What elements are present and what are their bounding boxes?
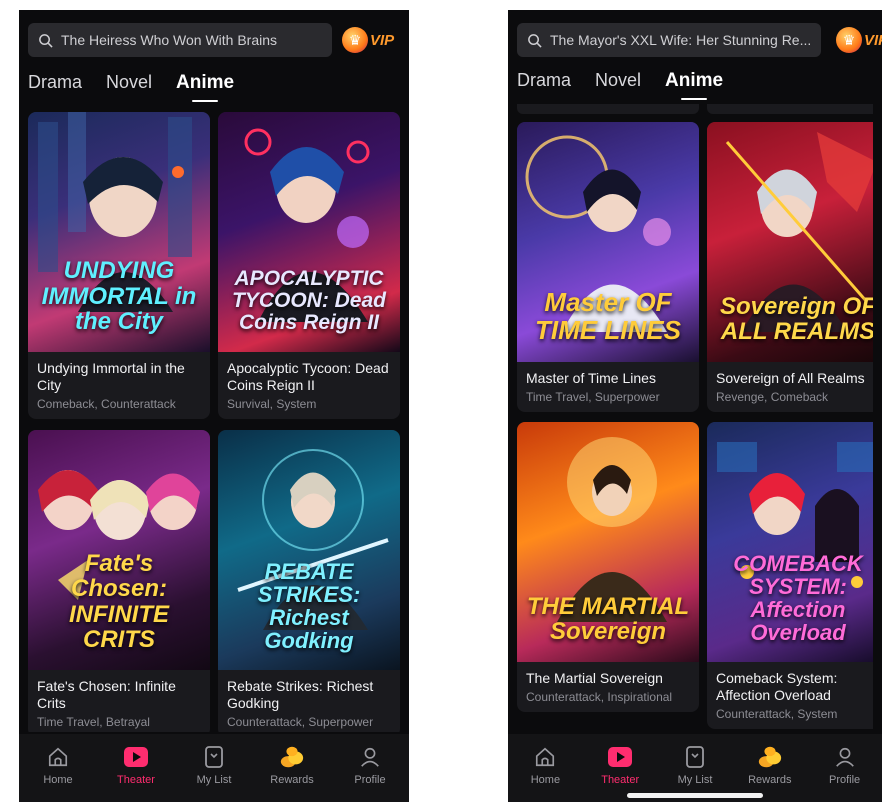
tab-anime[interactable]: Anime [176, 72, 234, 100]
tab-drama[interactable]: Drama [517, 70, 571, 98]
cover-image: Fate's Chosen: INFINITE CRITS [28, 430, 210, 670]
card-title: Undying Immortal in the City [37, 360, 185, 393]
card-title: Comeback System: Affection Overload [716, 670, 838, 703]
nav-profile[interactable]: Profile [335, 744, 405, 786]
card-title: Sovereign of All Realms [716, 370, 865, 386]
vip-button[interactable]: ♛ VIP [342, 27, 394, 53]
play-icon [123, 744, 149, 770]
nav-my-list[interactable]: My List [660, 744, 730, 786]
nav-label: My List [196, 774, 232, 786]
anime-card[interactable]: COMEBACK SYSTEM: Affection Overload Come… [707, 422, 873, 729]
cover-title-art: REBATE STRIKES: Richest Godking [257, 558, 361, 653]
nav-home[interactable]: Home [23, 744, 93, 786]
bookmark-icon [682, 744, 708, 770]
card-genres: Counterattack, Inspirational [526, 690, 673, 704]
coins-icon [757, 744, 783, 770]
nav-label: Theater [601, 774, 640, 786]
cover-image: Sovereign OF ALL REALMS [707, 122, 873, 362]
bottom-nav: Home Theater My List Rewards Profile [508, 734, 882, 802]
previous-row-edge [707, 104, 873, 114]
nav-rewards[interactable]: Rewards [257, 744, 327, 786]
search-bar[interactable]: The Mayor's XXL Wife: Her Stunning Re... [517, 23, 821, 57]
tab-novel[interactable]: Novel [106, 72, 152, 100]
play-icon [607, 744, 633, 770]
cover-image: REBATE STRIKES: Richest Godking [218, 430, 400, 670]
card-title: The Martial Sovereign [526, 670, 663, 686]
nav-label: Profile [354, 774, 386, 786]
cover-title-art: Sovereign OF ALL REALMS [719, 292, 873, 345]
nav-theater[interactable]: Theater [101, 744, 171, 786]
card-title: Rebate Strikes: Richest Godking [227, 678, 374, 711]
anime-card[interactable]: Sovereign OF ALL REALMS Sovereign of All… [707, 122, 873, 412]
cover-image: APOCALYPTIC TYCOON: Dead Coins Reign II [218, 112, 400, 352]
cover-image: UNDYING IMMORTAL in the City [28, 112, 210, 352]
cover-title-art: APOCALYPTIC TYCOON: Dead Coins Reign II [231, 266, 386, 334]
category-tabs: Drama Novel Anime [28, 72, 234, 100]
card-title: Apocalyptic Tycoon: Dead Coins Reign II [227, 360, 389, 393]
anime-card[interactable]: THE MARTIAL Sovereign The Martial Sovere… [517, 422, 699, 712]
card-genres: Counterattack, Superpower [227, 715, 374, 729]
anime-card[interactable]: Master OF TIME LINES Master of Time Line… [517, 122, 699, 412]
tab-novel[interactable]: Novel [595, 70, 641, 98]
anime-grid: UNDYING IMMORTAL in the City Undying Imm… [28, 112, 400, 732]
anime-card[interactable]: Fate's Chosen: INFINITE CRITS Fate's Cho… [28, 430, 210, 732]
home-indicator[interactable] [627, 793, 763, 798]
cover-title-art: COMEBACK SYSTEM: Affection Overload [733, 550, 863, 645]
search-query: The Mayor's XXL Wife: Her Stunning Re... [550, 32, 812, 48]
anime-card[interactable]: REBATE STRIKES: Richest Godking Rebate S… [218, 430, 400, 732]
bottom-nav: Home Theater My List Rewards Profile [19, 734, 409, 802]
tab-drama[interactable]: Drama [28, 72, 82, 100]
nav-label: Home [530, 774, 561, 786]
nav-label: Rewards [270, 774, 314, 786]
search-query: The Heiress Who Won With Brains [61, 32, 278, 48]
card-genres: Survival, System [227, 397, 317, 411]
nav-label: Profile [828, 774, 861, 786]
nav-label: Home [43, 774, 73, 786]
search-bar[interactable]: The Heiress Who Won With Brains [28, 23, 332, 57]
vip-icon: ♛ [342, 27, 368, 53]
nav-label: Rewards [748, 774, 792, 786]
nav-rewards[interactable]: Rewards [735, 744, 805, 786]
bookmark-icon [201, 744, 227, 770]
vip-button[interactable]: ♛ VIP [836, 27, 882, 53]
tab-anime[interactable]: Anime [665, 70, 723, 98]
profile-icon [832, 744, 858, 770]
nav-home[interactable]: Home [510, 744, 580, 786]
nav-label: My List [677, 774, 713, 786]
search-icon [528, 33, 542, 48]
anime-grid: Master OF TIME LINES Master of Time Line… [517, 104, 873, 732]
anime-card[interactable]: APOCALYPTIC TYCOON: Dead Coins Reign II … [218, 112, 400, 419]
coins-icon [279, 744, 305, 770]
cover-title-art: THE MARTIAL Sovereign [526, 592, 690, 645]
nav-theater[interactable]: Theater [585, 744, 655, 786]
phone-screen-left: The Heiress Who Won With Brains ♛ VIP Dr… [19, 10, 409, 802]
vip-icon: ♛ [836, 27, 862, 53]
category-tabs: Drama Novel Anime [517, 70, 723, 98]
previous-row-edge [517, 104, 699, 114]
card-genres: Revenge, Comeback [716, 390, 829, 404]
cover-image: Master OF TIME LINES [517, 122, 699, 362]
home-icon [45, 744, 71, 770]
card-genres: Comeback, Counterattack [37, 397, 176, 411]
cover-image: THE MARTIAL Sovereign [517, 422, 699, 662]
anime-card[interactable]: UNDYING IMMORTAL in the City Undying Imm… [28, 112, 210, 419]
card-title: Fate's Chosen: Infinite Crits [37, 678, 176, 711]
nav-my-list[interactable]: My List [179, 744, 249, 786]
cover-image: COMEBACK SYSTEM: Affection Overload [707, 422, 873, 662]
card-genres: Time Travel, Superpower [526, 390, 660, 404]
vip-label: VIP [864, 31, 882, 49]
cover-title-art: Fate's Chosen: INFINITE CRITS [69, 550, 169, 653]
search-icon [39, 33, 53, 48]
nav-profile[interactable]: Profile [810, 744, 880, 786]
home-icon [532, 744, 558, 770]
card-title: Master of Time Lines [526, 370, 656, 386]
card-genres: Time Travel, Betrayal [37, 715, 150, 729]
nav-label: Theater [117, 774, 155, 786]
cover-title-art: UNDYING IMMORTAL in the City [41, 257, 197, 335]
phone-screen-right: The Mayor's XXL Wife: Her Stunning Re...… [508, 10, 882, 802]
cover-title-art: Master OF TIME LINES [535, 287, 681, 345]
card-genres: Counterattack, System [716, 707, 838, 721]
profile-icon [357, 744, 383, 770]
vip-label: VIP [370, 31, 395, 49]
